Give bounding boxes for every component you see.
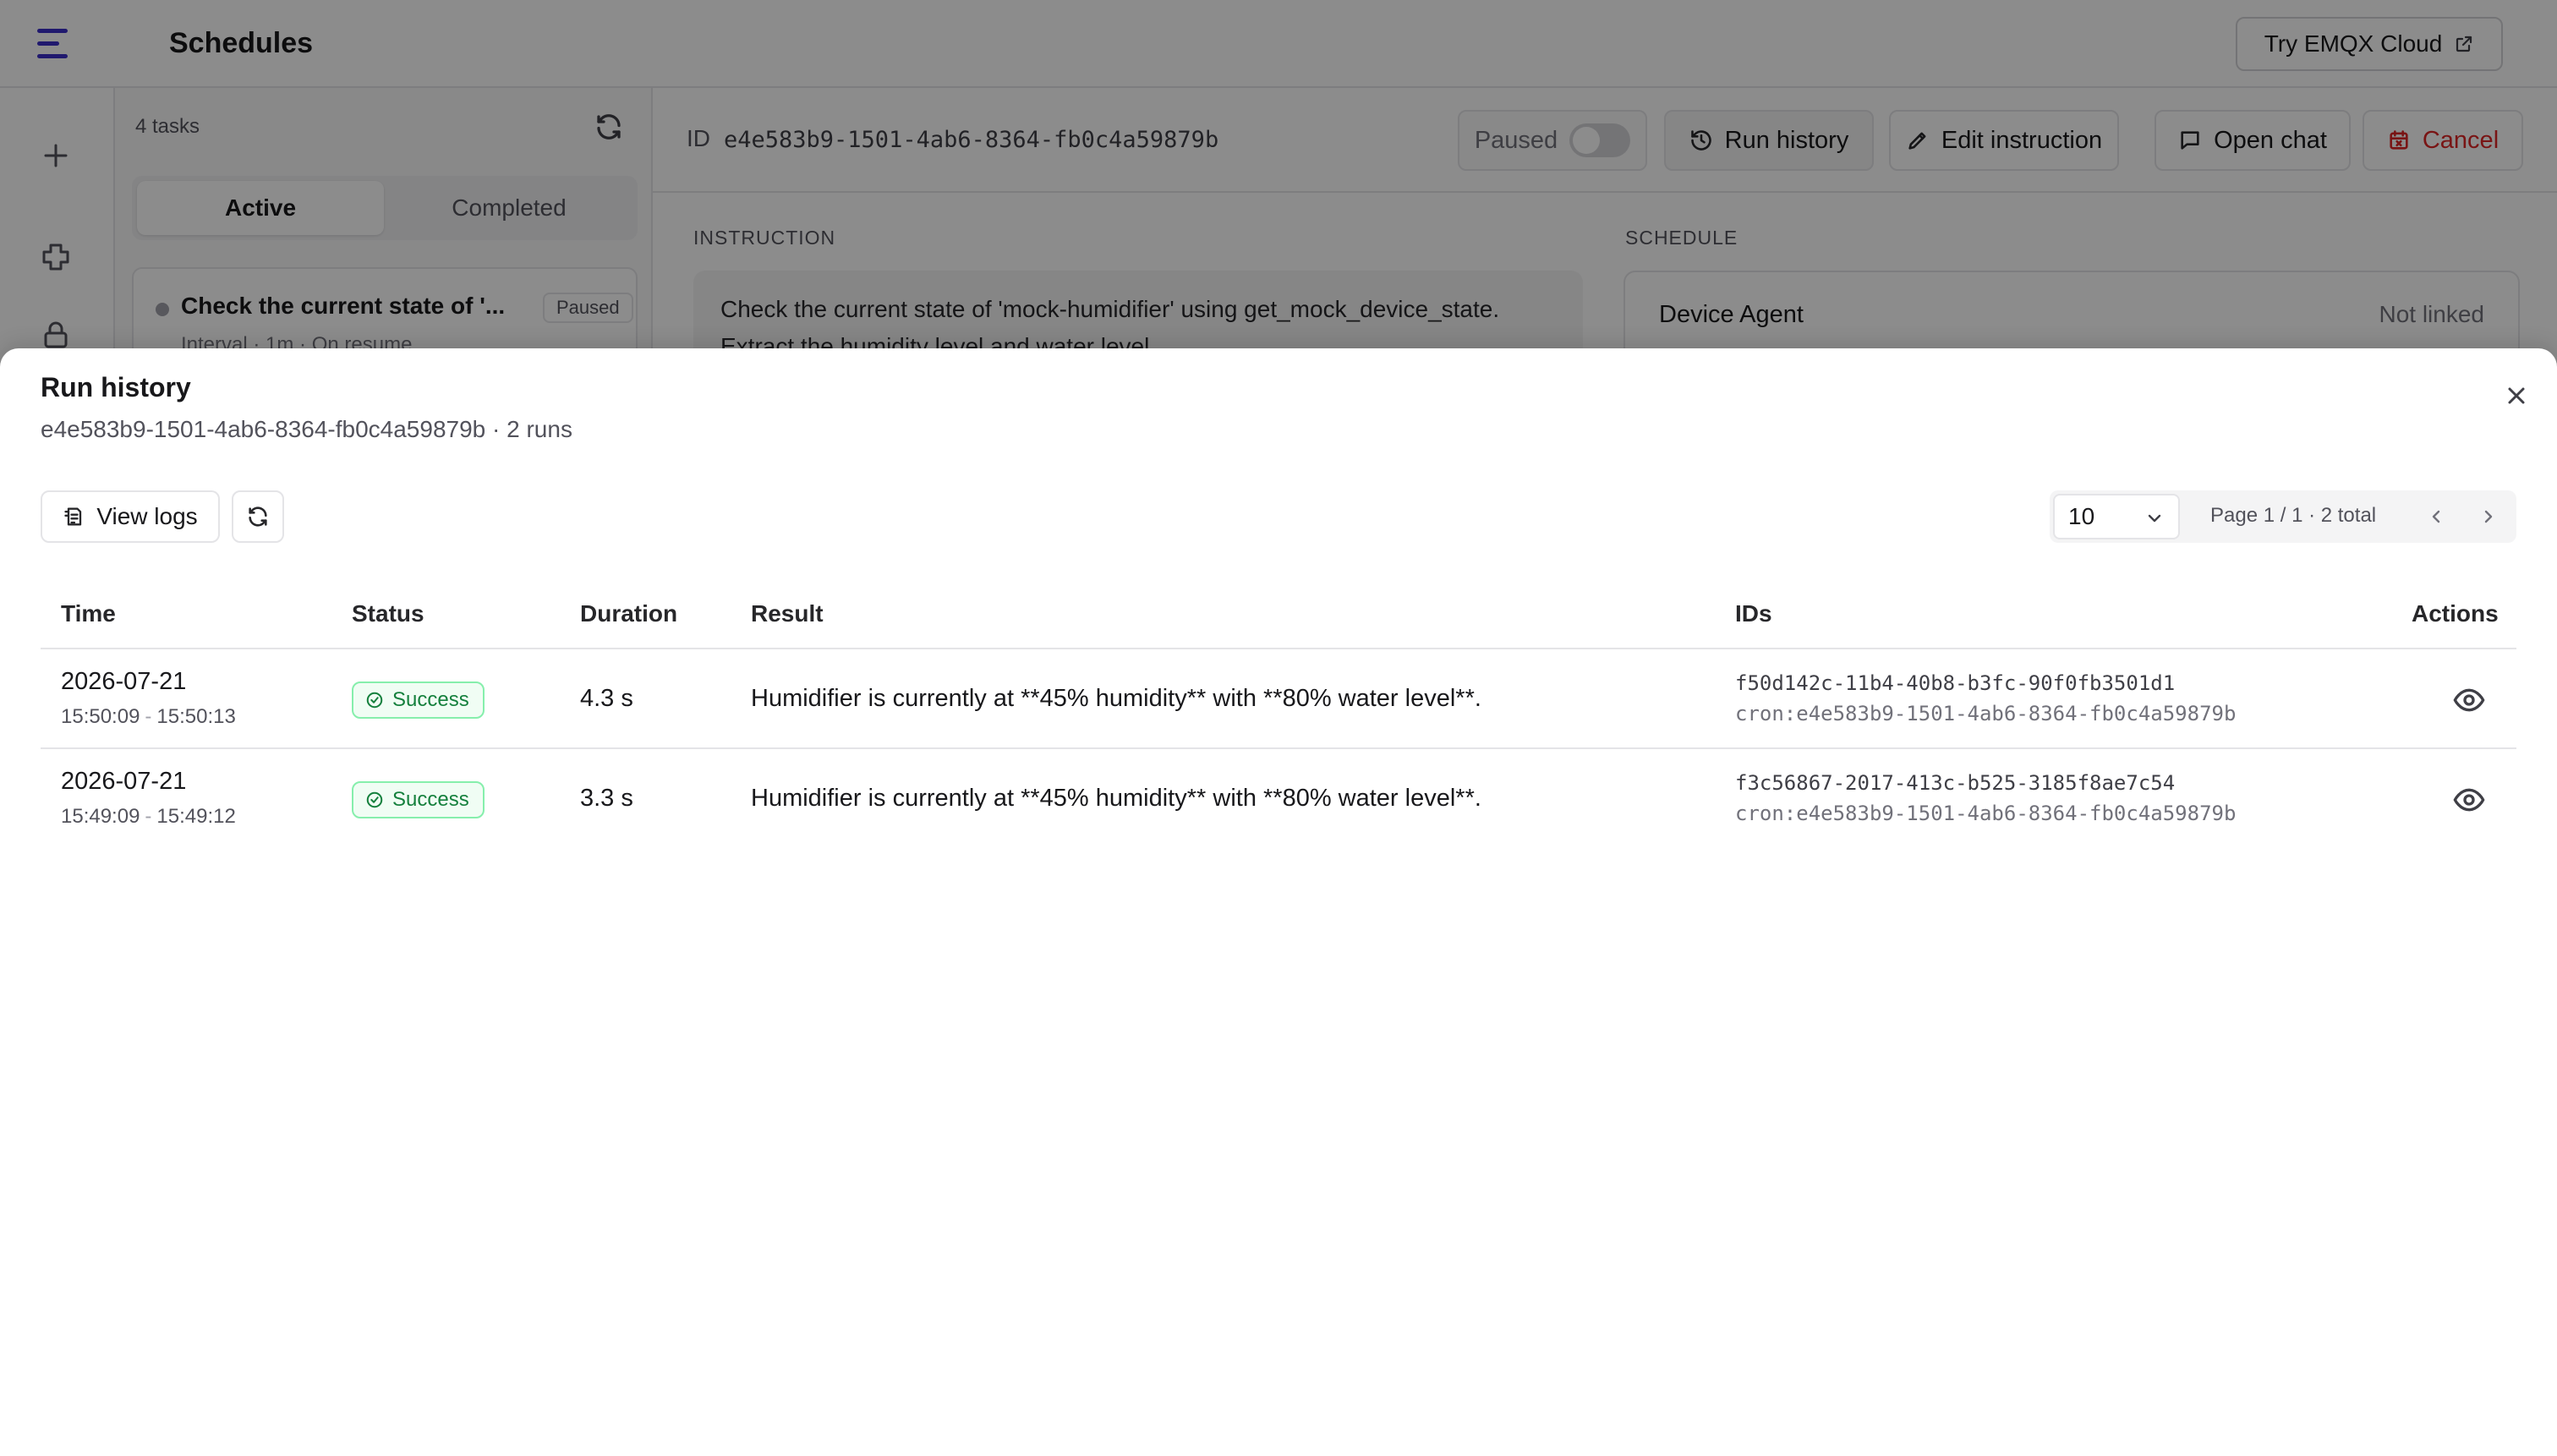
status-badge: Success — [352, 681, 485, 719]
run-end-time: 15:50:13 — [156, 705, 236, 728]
run-id: f3c56867-2017-413c-b525-3185f8ae7c54 — [1735, 771, 2176, 795]
close-icon[interactable] — [2500, 379, 2533, 413]
run-start-time: 15:49:09 — [61, 805, 140, 828]
run-time-range: 15:50:09-15:50:13 — [61, 705, 236, 729]
run-start-time: 15:50:09 — [61, 705, 140, 728]
run-result: Humidifier is currently at **45% humidit… — [751, 785, 1481, 812]
chevron-left-icon — [2432, 510, 2440, 523]
column-actions: Actions — [2412, 600, 2499, 627]
run-result: Humidifier is currently at **45% humidit… — [751, 685, 1481, 712]
run-time-range: 15:49:09-15:49:12 — [61, 805, 236, 829]
run-duration: 3.3 s — [580, 785, 633, 812]
column-ids: IDs — [1735, 600, 1772, 627]
run-end-time: 15:49:12 — [156, 805, 236, 828]
view-logs-button[interactable]: View logs — [41, 490, 220, 543]
page-info: Page 1 / 1 · 2 total — [2210, 504, 2377, 527]
drawer-subtitle: e4e583b9-1501-4ab6-8364-fb0c4a59879b · 2… — [41, 416, 572, 442]
column-status: Status — [352, 600, 424, 627]
column-duration: Duration — [580, 600, 678, 627]
refresh-runs-button[interactable] — [232, 490, 284, 543]
refresh-icon — [249, 506, 267, 527]
chevron-down-icon — [2148, 514, 2161, 523]
job-id: cron:e4e583b9-1501-4ab6-8364-fb0c4a59879… — [1735, 802, 2237, 825]
page-size-select[interactable]: 10 — [2053, 494, 2180, 539]
check-circle-icon — [366, 791, 383, 808]
time-separator: - — [145, 805, 152, 828]
drawer-title: Run history — [41, 372, 191, 402]
table-row[interactable]: 2026-07-21 15:50:09-15:50:13 Success 4.3… — [41, 649, 2516, 749]
pagination: 10 Page 1 / 1 · 2 total — [2050, 490, 2516, 543]
page-size-value: 10 — [2068, 503, 2095, 529]
column-result: Result — [751, 600, 824, 627]
run-date: 2026-07-21 — [61, 768, 187, 795]
eye-icon[interactable] — [2452, 783, 2486, 817]
run-id: f50d142c-11b4-40b8-b3fc-90f0fb3501d1 — [1735, 671, 2176, 695]
run-history-drawer: Run history e4e583b9-1501-4ab6-8364-fb0c… — [0, 348, 2557, 1456]
prev-page-button[interactable] — [2420, 501, 2452, 533]
eye-icon[interactable] — [2452, 683, 2486, 717]
status-label: Success — [392, 788, 469, 811]
next-page-button[interactable] — [2472, 501, 2505, 533]
logs-icon — [64, 507, 82, 526]
view-logs-label: View logs — [96, 503, 198, 529]
status-badge: Success — [352, 781, 485, 818]
chevron-right-icon — [2484, 510, 2493, 523]
run-date: 2026-07-21 — [61, 668, 187, 695]
status-label: Success — [392, 688, 469, 711]
job-id: cron:e4e583b9-1501-4ab6-8364-fb0c4a59879… — [1735, 702, 2237, 725]
time-separator: - — [145, 705, 152, 728]
run-duration: 4.3 s — [580, 685, 633, 712]
check-circle-icon — [366, 692, 383, 709]
column-time: Time — [61, 600, 116, 627]
table-row[interactable]: 2026-07-21 15:49:09-15:49:12 Success 3.3… — [41, 749, 2516, 849]
table-header: Time Status Duration Result IDs Actions — [41, 578, 2516, 649]
